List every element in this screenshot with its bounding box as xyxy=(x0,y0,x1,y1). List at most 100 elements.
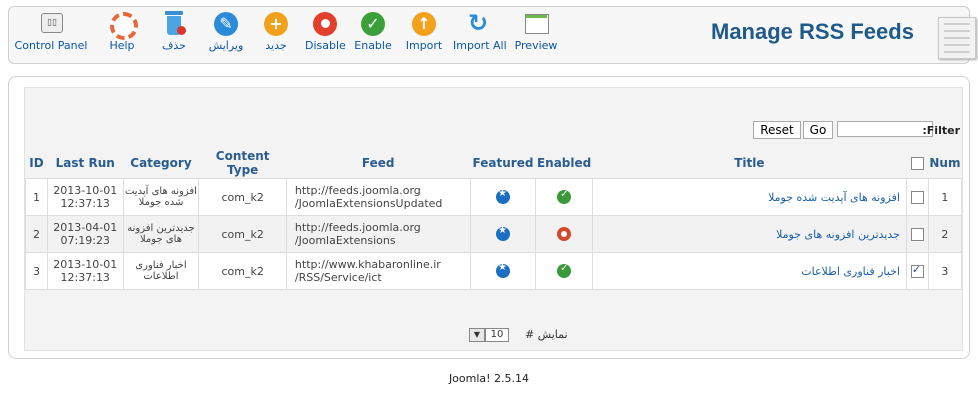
row-checkbox[interactable] xyxy=(910,263,924,278)
control-panel-button[interactable]: ▯▯ Control Panel xyxy=(13,11,89,61)
row-category: افزونه های آپدیت شده جوملا xyxy=(122,178,200,216)
row-title-link[interactable]: اخبار فناوری اطلاعات xyxy=(591,252,907,290)
row-category: اخبار فناوری اطلاعات xyxy=(122,252,200,290)
row-feed-line1: http://feeds.joomla.org xyxy=(294,184,421,197)
table-header-row: ID Last Run Category Content Type Feed F… xyxy=(26,148,962,179)
chevron-down-icon[interactable]: ▼ xyxy=(469,328,485,342)
delete-label: حذف xyxy=(162,39,186,52)
table-row: 3 2013-10-01 12:37:13 اخبار فناوری اطلاعا… xyxy=(25,252,963,290)
preview-icon xyxy=(523,11,549,37)
new-label: جدید xyxy=(265,39,287,52)
featured-star-icon[interactable] xyxy=(495,225,510,241)
edit-icon: ✎ xyxy=(213,11,239,37)
list-limit-select[interactable]: 10 xyxy=(485,328,509,342)
featured-star-icon[interactable] xyxy=(495,188,510,204)
enabled-check-icon[interactable] xyxy=(557,189,572,204)
trash-icon xyxy=(161,11,187,37)
col-header-last-run[interactable]: Last Run xyxy=(47,148,123,179)
col-header-id[interactable]: ID xyxy=(26,148,48,179)
feeds-table: ID Last Run Category Content Type Feed F… xyxy=(25,148,963,290)
col-header-title[interactable]: Title xyxy=(592,148,906,179)
reset-button[interactable]: Reset xyxy=(753,121,801,139)
list-limit-label: نمایش # xyxy=(525,328,568,341)
enable-icon: ✓ xyxy=(360,11,386,37)
row-content-type: com_k2 xyxy=(198,215,287,253)
disable-button[interactable]: Disable xyxy=(305,11,346,61)
footer-version: Joomla! 2.5.14 xyxy=(448,372,530,385)
enable-label: Enable xyxy=(354,39,392,52)
row-enabled xyxy=(535,215,593,253)
filter-input[interactable] xyxy=(837,121,933,137)
import-all-label: Import All xyxy=(453,39,507,52)
help-button[interactable]: Help xyxy=(105,11,139,61)
control-panel-icon: ▯▯ xyxy=(38,11,64,37)
add-icon: + xyxy=(263,11,289,37)
row-select xyxy=(905,252,929,290)
main-panel: Reset Go :Filter ID Last Run Category Co… xyxy=(8,76,970,359)
row-feed-line1: http://www.khabaronline.ir xyxy=(294,258,441,271)
import-button[interactable]: ↑ Import xyxy=(403,11,445,61)
col-header-category[interactable]: Category xyxy=(123,148,199,179)
row-featured xyxy=(469,215,537,253)
col-header-feed[interactable]: Feed xyxy=(286,148,470,179)
row-num: 1 xyxy=(927,178,963,216)
row-last-run-time: 12:37:13 xyxy=(60,197,110,210)
delete-button[interactable]: حذف xyxy=(157,11,191,61)
row-num: 2 xyxy=(927,215,963,253)
select-all-checkbox[interactable] xyxy=(910,157,924,170)
row-feed: http://www.khabaronline.ir/RSS/Service/i… xyxy=(285,252,471,290)
edit-label: ویرایش xyxy=(208,39,244,52)
preview-button[interactable]: Preview xyxy=(513,11,559,61)
row-feed-line2: /JoomlaExtensions xyxy=(294,234,396,247)
filter-row: Reset Go :Filter xyxy=(25,121,962,139)
table-row: 1 2013-10-01 12:37:13 افزونه های آپدیت شد… xyxy=(25,178,963,216)
help-label: Help xyxy=(109,39,135,52)
row-feed: http://feeds.joomla.org/JoomlaExtensions xyxy=(285,215,471,253)
row-checkbox[interactable] xyxy=(910,227,924,241)
enabled-check-icon[interactable] xyxy=(557,263,572,278)
row-last-run-date: 2013-10-01 xyxy=(53,184,118,197)
col-header-content-type[interactable]: Content Type xyxy=(199,148,287,179)
import-label: Import xyxy=(405,39,443,52)
disabled-circle-icon[interactable] xyxy=(557,227,572,241)
row-feed-line1: http://feeds.joomla.org xyxy=(294,221,421,234)
row-content-type: com_k2 xyxy=(198,252,287,290)
pagination-bar: ▼ 10 نمایش # xyxy=(25,324,962,346)
row-id: 3 xyxy=(25,252,48,290)
preview-label: Preview xyxy=(514,39,558,52)
enable-button[interactable]: ✓ Enable xyxy=(353,11,393,61)
go-button[interactable]: Go xyxy=(803,121,833,139)
row-title-link[interactable]: جدیدترین افزونه های جوملا xyxy=(591,215,907,253)
feeds-list-area: Reset Go :Filter ID Last Run Category Co… xyxy=(24,87,963,351)
import-all-icon: ↻ xyxy=(468,9,489,37)
row-enabled xyxy=(535,252,593,290)
row-checkbox[interactable] xyxy=(910,190,924,204)
row-title-link[interactable]: افزونه های آپدیت شده جوملا xyxy=(591,178,907,216)
row-last-run-time: 07:19:23 xyxy=(60,234,110,247)
edit-button[interactable]: ✎ ویرایش xyxy=(205,11,247,61)
row-last-run: 2013-10-01 12:37:13 xyxy=(46,178,124,216)
filter-label: :Filter xyxy=(922,124,960,137)
row-num: 3 xyxy=(927,252,963,290)
import-icon: ↑ xyxy=(411,11,437,37)
col-header-num: Num xyxy=(929,156,961,170)
disable-icon xyxy=(312,11,338,37)
new-button[interactable]: + جدید xyxy=(259,11,293,61)
row-enabled xyxy=(535,178,593,216)
rss-document-icon xyxy=(938,17,976,59)
col-header-enabled[interactable]: Enabled xyxy=(536,148,592,179)
row-feed: http://feeds.joomla.org/JoomlaExtensions… xyxy=(285,178,471,216)
row-feed-line2: /RSS/Service/ict xyxy=(294,271,382,284)
row-category: جدیدترین افزونه های جوملا xyxy=(122,215,200,253)
row-select xyxy=(905,215,929,253)
featured-star-icon[interactable] xyxy=(495,262,510,278)
col-header-featured[interactable]: Featured xyxy=(470,148,536,179)
row-last-run: 2013-10-01 12:37:13 xyxy=(46,252,124,290)
page-title: Manage RSS Feeds xyxy=(711,19,914,44)
row-last-run-date: 2013-04-01 xyxy=(53,221,118,234)
row-featured xyxy=(469,178,537,216)
import-all-button[interactable]: ↻ Import All xyxy=(453,9,507,61)
row-last-run-time: 12:37:13 xyxy=(60,271,110,284)
row-select xyxy=(905,178,929,216)
control-panel-label: Control Panel xyxy=(14,39,88,52)
